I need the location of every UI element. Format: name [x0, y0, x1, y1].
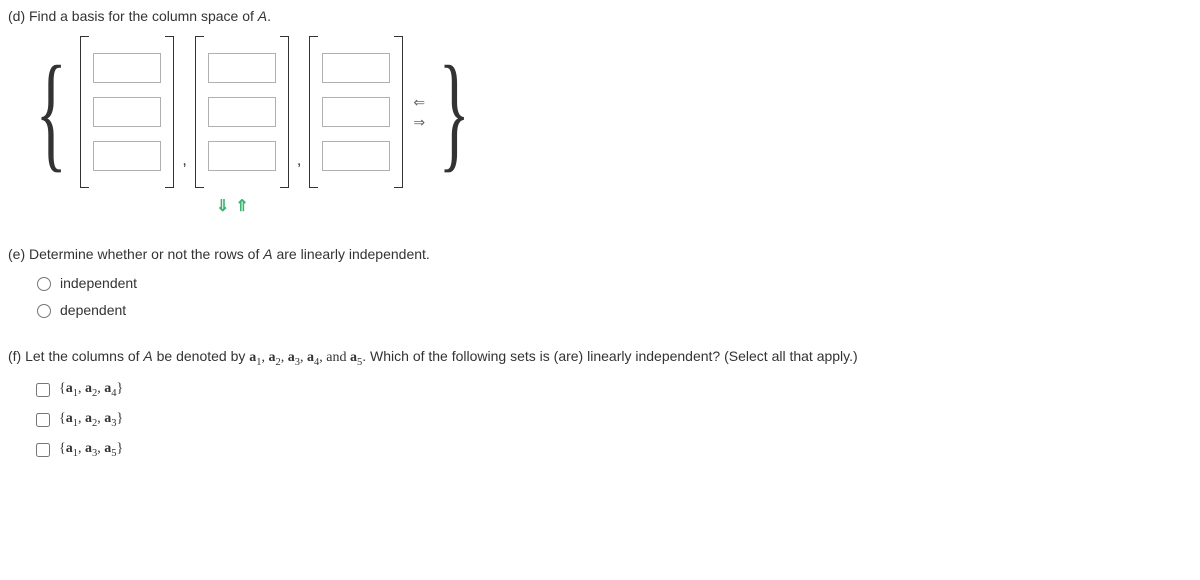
add-row-icon[interactable]: ⇒: [413, 115, 425, 129]
bracket-left-icon: [195, 36, 204, 188]
part-d: (d) Find a basis for the column space of…: [8, 8, 1192, 216]
bracket-right-icon: [280, 36, 289, 188]
close-brace-icon: }: [439, 47, 470, 177]
comma: ,: [297, 152, 301, 170]
vector-3-cell-2[interactable]: [322, 97, 390, 127]
vector-2: [195, 36, 289, 188]
part-d-label: (d) Find a basis for the column space of…: [8, 8, 1192, 24]
vector-1: [80, 36, 174, 188]
radio-independent[interactable]: [37, 277, 51, 291]
radio-option-dependent[interactable]: dependent: [32, 301, 1192, 318]
bracket-left-icon: [80, 36, 89, 188]
radio-label: independent: [60, 275, 137, 291]
basis-input-area: { , ,: [28, 36, 1192, 216]
row-arrow-controls: ⇐ ⇒: [413, 95, 425, 129]
remove-row-icon[interactable]: ⇐: [413, 95, 425, 109]
checkbox-label: {a1, a2, a3}: [59, 411, 123, 429]
bracket-left-icon: [309, 36, 318, 188]
checkbox-label: {a1, a2, a4}: [59, 381, 123, 399]
bracket-right-icon: [165, 36, 174, 188]
open-brace-icon: {: [36, 47, 67, 177]
vector-2-cell-2[interactable]: [208, 97, 276, 127]
checkbox-option-2[interactable]: {a1, a2, a3}: [32, 410, 1192, 430]
radio-option-independent[interactable]: independent: [32, 274, 1192, 291]
checkbox-option-1[interactable]: {a1, a2, a4}: [32, 380, 1192, 400]
checkbox-set-3[interactable]: [36, 443, 50, 457]
remove-column-icon[interactable]: ⇓: [216, 196, 229, 216]
part-e: (e) Determine whether or not the rows of…: [8, 246, 1192, 318]
vector-3-cell-3[interactable]: [322, 141, 390, 171]
part-f: (f) Let the columns of A be denoted by a…: [8, 348, 1192, 460]
checkbox-set-1[interactable]: [36, 383, 50, 397]
column-arrow-controls: ⇓ ⇑: [216, 196, 249, 216]
checkbox-set-2[interactable]: [36, 413, 50, 427]
vector-3: [309, 36, 403, 188]
checkbox-option-3[interactable]: {a1, a3, a5}: [32, 440, 1192, 460]
bracket-right-icon: [394, 36, 403, 188]
vector-1-cell-2[interactable]: [93, 97, 161, 127]
vector-2-cell-1[interactable]: [208, 53, 276, 83]
radio-dependent[interactable]: [37, 304, 51, 318]
part-f-label: (f) Let the columns of A be denoted by a…: [8, 348, 1192, 368]
part-e-label: (e) Determine whether or not the rows of…: [8, 246, 1192, 262]
checkbox-label: {a1, a3, a5}: [59, 441, 123, 459]
vector-1-cell-3[interactable]: [93, 141, 161, 171]
comma: ,: [182, 152, 186, 170]
vector-2-cell-3[interactable]: [208, 141, 276, 171]
add-column-icon[interactable]: ⇑: [235, 196, 248, 216]
vector-1-cell-1[interactable]: [93, 53, 161, 83]
vector-3-cell-1[interactable]: [322, 53, 390, 83]
radio-label: dependent: [60, 302, 126, 318]
vector-list: a1, a2, a3, a4, and a5: [249, 350, 362, 365]
